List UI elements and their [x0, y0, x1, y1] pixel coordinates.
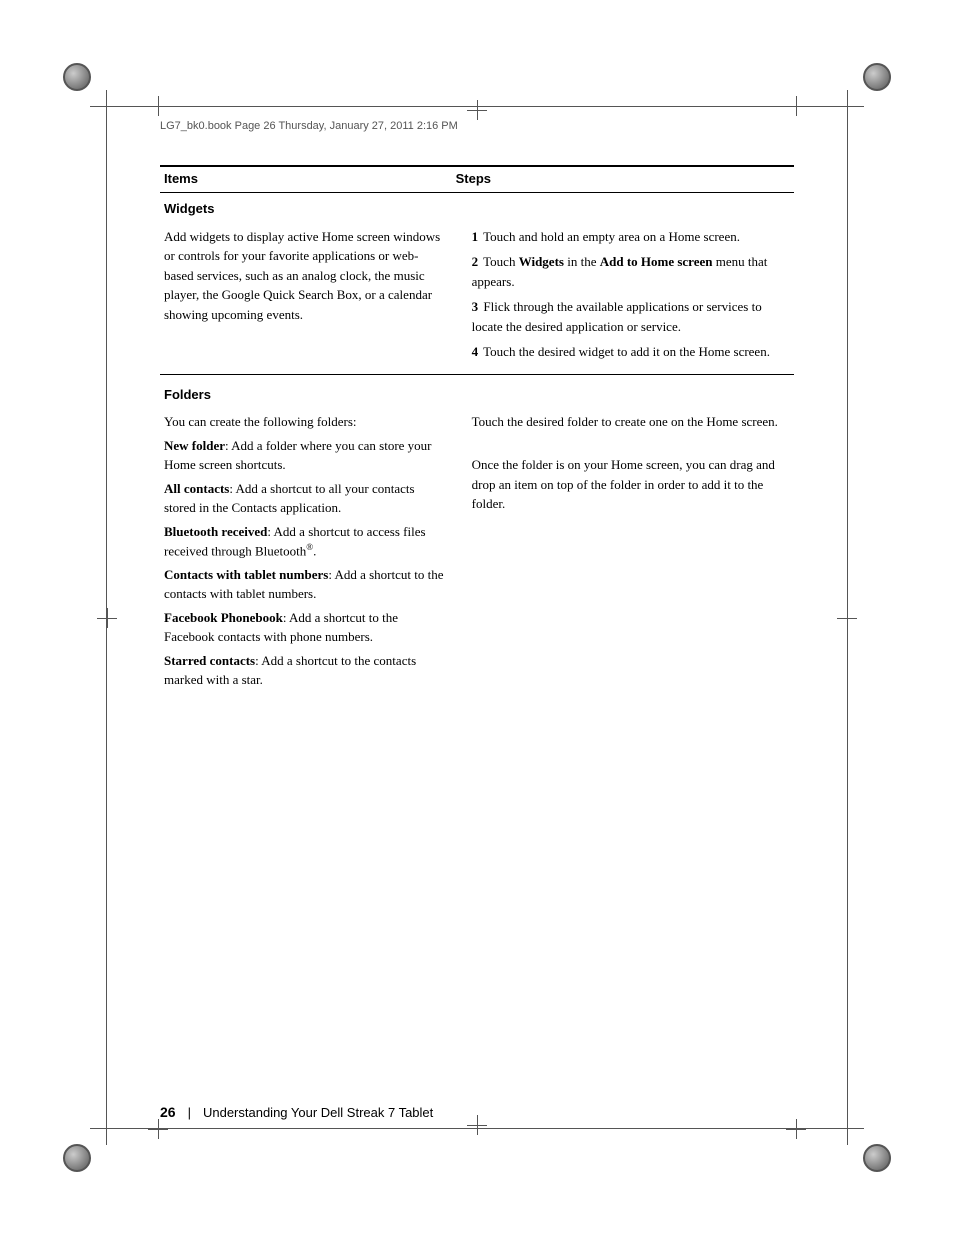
step-num-1: 1	[472, 229, 479, 244]
widgets-header-row: Widgets	[160, 193, 794, 221]
header-file-info: LG7_bk0.book Page 26 Thursday, January 2…	[160, 120, 458, 132]
cross-bottom-left	[148, 1119, 168, 1139]
corner-decoration-bl	[55, 1144, 91, 1180]
widgets-section-header: Widgets	[164, 197, 214, 216]
col-steps-header: Steps	[452, 166, 794, 193]
widgets-step-1: 1 Touch and hold an empty area on a Home…	[472, 227, 786, 247]
widgets-step-4: 4 Touch the desired widget to add it on …	[472, 342, 786, 362]
corner-decoration-tl	[55, 55, 91, 91]
cross-top-left	[148, 96, 168, 116]
footer-separator: |	[188, 1105, 191, 1120]
widgets-bold-1: Widgets	[519, 254, 564, 269]
footer-title: Understanding Your Dell Streak 7 Tablet	[203, 1105, 433, 1120]
footer: 26 | Understanding Your Dell Streak 7 Ta…	[160, 1104, 794, 1120]
widgets-bold-2: Add to Home screen	[600, 254, 713, 269]
folders-item-facebook: Facebook Phonebook: Add a shortcut to th…	[164, 608, 444, 647]
footer-content: 26 | Understanding Your Dell Streak 7 Ta…	[160, 1104, 794, 1120]
folders-intro: You can create the following folders:	[164, 412, 444, 432]
folders-item-allcontacts: All contacts: Add a shortcut to all your…	[164, 479, 444, 518]
cross-mid-left	[97, 608, 117, 628]
main-table: Items Steps Widgets Add widgets to displ…	[160, 165, 794, 700]
cross-top-center	[467, 100, 487, 120]
folders-item-starred: Starred contacts: Add a shortcut to the …	[164, 651, 444, 690]
folders-step-1: Touch the desired folder to create one o…	[472, 412, 786, 432]
step-num-2: 2	[472, 254, 479, 269]
folders-section-header: Folders	[164, 383, 211, 402]
widgets-step-3: 3 Flick through the available applicatio…	[472, 297, 786, 336]
folders-header-row: Folders	[160, 374, 794, 406]
cross-top-right	[786, 96, 806, 116]
page-container: LG7_bk0.book Page 26 Thursday, January 2…	[0, 0, 954, 1235]
widgets-description: Add widgets to display active Home scree…	[164, 227, 444, 325]
folders-item-bluetooth: Bluetooth received: Add a shortcut to ac…	[164, 522, 444, 561]
corner-decoration-tr	[863, 55, 899, 91]
step-num-3: 3	[472, 299, 479, 314]
folders-step-2: Once the folder is on your Home screen, …	[472, 455, 786, 514]
folders-item-new: New folder: Add a folder where you can s…	[164, 436, 444, 475]
folders-content-row: You can create the following folders: Ne…	[160, 406, 794, 700]
footer-page-number: 26	[160, 1104, 176, 1120]
widgets-steps-list: 1 Touch and hold an empty area on a Home…	[472, 227, 786, 362]
step-num-4: 4	[472, 344, 479, 359]
main-content: Items Steps Widgets Add widgets to displ…	[160, 155, 794, 1105]
corner-decoration-br	[863, 1144, 899, 1180]
col-items-header: Items	[160, 166, 452, 193]
widgets-content-row: Add widgets to display active Home scree…	[160, 221, 794, 375]
cross-bottom-right	[786, 1119, 806, 1139]
cross-mid-right	[837, 608, 857, 628]
folders-item-contacts-tablet: Contacts with tablet numbers: Add a shor…	[164, 565, 444, 604]
widgets-step-2: 2 Touch Widgets in the Add to Home scree…	[472, 252, 786, 291]
